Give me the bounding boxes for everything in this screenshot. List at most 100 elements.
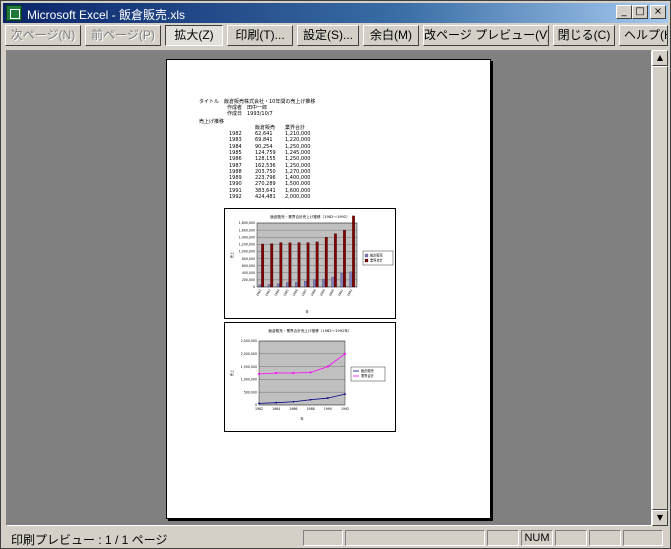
table-cell: 1984 — [229, 143, 242, 150]
x-tick-label: 1982 — [255, 288, 262, 297]
status-pane-5 — [555, 530, 587, 546]
table-cell: 1,600,000 — [285, 187, 311, 194]
y-tick-label: 800,000 — [242, 257, 255, 261]
table-cell: 1992 — [229, 194, 242, 200]
table-cell: 1982 — [229, 131, 242, 137]
data-point — [292, 372, 295, 374]
data-point — [292, 400, 295, 403]
setup-button[interactable]: 設定(S)... — [297, 25, 359, 46]
scroll-thumb[interactable] — [652, 66, 668, 510]
data-point — [344, 352, 346, 355]
y-axis-label: 売上 — [229, 251, 234, 258]
bar-industry — [306, 242, 310, 288]
next-page-button[interactable]: 次ページ(N) — [5, 25, 81, 46]
legend-label: 飯倉販売 — [370, 253, 383, 258]
table-cell: 1988 — [229, 168, 242, 175]
table-cell: 1985 — [229, 149, 242, 156]
x-tick-label: 1982 — [255, 407, 263, 411]
bar-industry — [343, 230, 346, 288]
table-cell: 270,289 — [255, 181, 276, 188]
bar-industry — [270, 243, 274, 288]
y-tick-label: 1,400,000 — [239, 235, 255, 239]
page-break-preview-button[interactable]: 改ページ プレビュー(V) — [423, 25, 549, 46]
x-tick-label: 1991 — [337, 288, 344, 297]
bar-company — [313, 279, 317, 288]
y-axis-label: 売上 — [229, 369, 234, 376]
table-cell: 1,210,000 — [285, 131, 311, 137]
x-tick-label: 1983 — [264, 288, 271, 297]
data-point — [326, 365, 329, 368]
close-icon[interactable]: × — [650, 5, 666, 19]
scroll-up-icon[interactable]: ▲ — [652, 50, 668, 66]
minimize-icon[interactable]: _ — [616, 5, 632, 19]
x-axis-label: 年 — [300, 416, 304, 421]
zoom-button[interactable]: 拡大(Z) — [165, 25, 223, 46]
bar-industry — [288, 242, 292, 288]
excel-window: Microsoft Excel - 飯倉販売.xls _ □ × 次ページ(N)… — [0, 0, 671, 549]
legend-swatch — [364, 258, 369, 263]
x-axis-label: 年 — [305, 309, 309, 314]
maximize-icon[interactable]: □ — [632, 5, 648, 19]
table-cell: 69,841 — [255, 137, 273, 144]
data-point — [309, 371, 312, 374]
table-cell: 1,500,000 — [285, 181, 311, 188]
table-cell: 1986 — [229, 156, 242, 163]
print-button[interactable]: 印刷(T)... — [227, 25, 293, 46]
status-text: 印刷プレビュー : 1 / 1 ページ — [11, 533, 168, 547]
table-cell: 128,155 — [255, 156, 276, 163]
data-point — [258, 373, 260, 375]
status-pane-3 — [487, 530, 519, 546]
bar-company — [304, 281, 307, 288]
num-indicator: NUM — [521, 530, 553, 546]
print-page[interactable]: タイトル 飯倉販売株式会社・10年間の売上げ推移 作成者 田中一郎 作成日 19… — [166, 59, 491, 519]
x-tick-label: 1986 — [289, 407, 297, 411]
section-label: 売上げ推移 — [199, 119, 225, 125]
table-cell: 203,750 — [255, 168, 276, 175]
y-tick-label: 2,500,000 — [241, 339, 257, 343]
y-tick-label: 600,000 — [242, 264, 255, 268]
status-pane-2 — [345, 530, 485, 546]
x-tick-label: 1988 — [310, 288, 317, 297]
table-cell: 383,641 — [255, 187, 276, 194]
table-cell: 1,220,000 — [285, 137, 311, 144]
table-cell: 1,270,000 — [285, 168, 311, 175]
data-point — [258, 402, 260, 405]
vertical-scrollbar[interactable]: ▲ ▼ — [652, 50, 668, 526]
bar-industry — [297, 242, 301, 288]
prev-page-button[interactable]: 前ページ(P) — [85, 25, 161, 46]
x-tick-label: 1988 — [307, 407, 315, 411]
legend-swatch — [364, 253, 369, 258]
table-cell: 1,400,000 — [285, 175, 311, 182]
bar-company — [285, 282, 289, 288]
table-cell: 424,481 — [255, 194, 276, 200]
bar-company — [276, 283, 280, 288]
close-preview-button[interactable]: 閉じる(C) — [553, 25, 615, 46]
scroll-down-icon[interactable]: ▼ — [652, 510, 668, 526]
data-point — [275, 372, 278, 374]
bar-company — [331, 277, 335, 288]
x-tick-label: 1990 — [328, 288, 335, 297]
data-point — [344, 393, 346, 396]
table-cell: 1983 — [229, 137, 242, 144]
table-cell: 62,641 — [255, 131, 273, 137]
excel-app-icon[interactable] — [6, 5, 22, 21]
legend-label: 業界合計 — [370, 258, 384, 263]
x-tick-label: 1990 — [324, 407, 332, 411]
y-tick-label: 400,000 — [242, 271, 255, 275]
margins-button[interactable]: 余白(M) — [363, 25, 419, 46]
bar-company — [349, 271, 353, 288]
help-button[interactable]: ヘルプ(H) — [619, 25, 668, 46]
title-bar[interactable]: Microsoft Excel - 飯倉販売.xls _ □ × — [3, 3, 668, 23]
table-cell: 1,245,000 — [285, 149, 311, 156]
bar-industry — [315, 241, 319, 288]
table-cell: 1,250,000 — [285, 162, 311, 169]
y-tick-label: 500,000 — [244, 390, 257, 394]
bar-company — [258, 284, 262, 288]
table-cell: 1989 — [229, 175, 242, 182]
y-tick-label: 1,200,000 — [239, 243, 255, 247]
table-cell: 162,536 — [255, 162, 276, 169]
line-chart: 飯倉販売・業界合計売上げ推移（1982～1992年） 0 500,000 1,000,… — [224, 322, 396, 432]
y-tick-label: 1,600,000 — [239, 228, 255, 232]
table-cell: 223,796 — [255, 175, 276, 182]
x-tick-label: 1992 — [346, 288, 353, 297]
